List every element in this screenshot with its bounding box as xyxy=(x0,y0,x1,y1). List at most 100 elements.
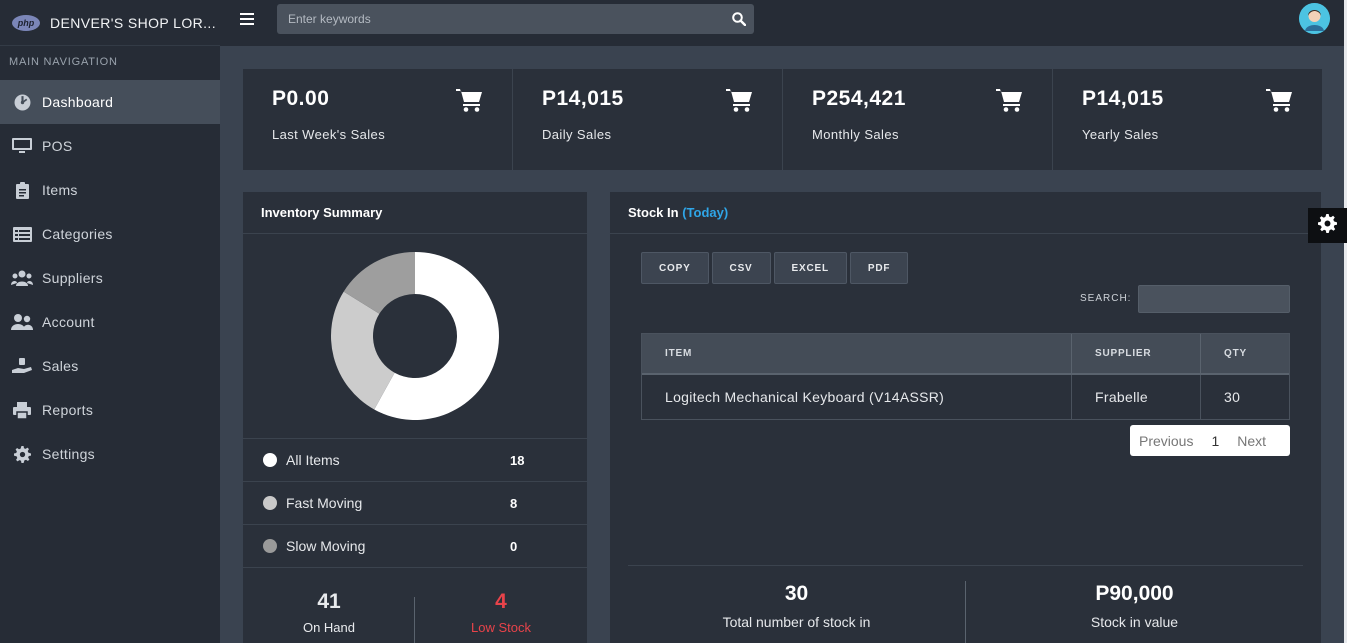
sidebar-item-account[interactable]: Account xyxy=(0,300,220,344)
cell-qty: 30 xyxy=(1224,389,1241,405)
inventory-summary-panel: Inventory Summary All Items 18 Fast Movi… xyxy=(243,192,587,643)
inventory-row-label: Fast Moving xyxy=(286,495,363,511)
cell-item: Logitech Mechanical Keyboard (V14ASSR) xyxy=(642,375,1072,419)
cell-supplier: Frabelle xyxy=(1072,375,1201,419)
low-stock-stat: 4 Low Stock xyxy=(415,582,587,635)
cart-icon xyxy=(1266,88,1292,117)
sidebar-item-label: Account xyxy=(42,314,95,330)
copy-button[interactable]: COPY xyxy=(641,252,709,284)
sidebar-item-settings[interactable]: Settings xyxy=(0,432,220,476)
stat-card-daily: P14,015 Daily Sales xyxy=(513,69,783,170)
table-header: ITEM SUPPLIER QTY xyxy=(642,334,1289,375)
total-stock-in-label: Total number of stock in xyxy=(722,614,871,630)
sidebar-item-categories[interactable]: Categories xyxy=(0,212,220,256)
next-page-button[interactable]: Next xyxy=(1228,433,1275,449)
desktop-icon xyxy=(11,137,33,155)
panel-title-text: Stock In xyxy=(628,205,679,220)
hamburger-menu-icon[interactable] xyxy=(240,13,254,25)
inventory-row-count: 18 xyxy=(510,452,525,468)
csv-button[interactable]: CSV xyxy=(711,252,771,284)
column-header-supplier[interactable]: SUPPLIER xyxy=(1072,334,1201,373)
on-hand-stat: 41 On Hand xyxy=(243,582,415,635)
gear-icon xyxy=(1318,213,1337,238)
panel-title: Stock In (Today) xyxy=(610,192,1321,234)
on-hand-label: On Hand xyxy=(302,620,356,635)
legend-dot xyxy=(263,496,277,510)
search-input[interactable] xyxy=(277,12,724,26)
table-search-label: SEARCH: xyxy=(1080,293,1132,304)
cart-icon xyxy=(726,88,752,117)
sidebar-item-label: Suppliers xyxy=(42,270,104,286)
user-group-icon xyxy=(11,313,33,331)
stock-in-table: ITEM SUPPLIER QTY Logitech Mechanical Ke… xyxy=(641,333,1290,420)
sidebar-item-sales[interactable]: Sales xyxy=(0,344,220,388)
settings-gear-tab[interactable] xyxy=(1308,208,1347,243)
inventory-totals: 41 On Hand 4 Low Stock xyxy=(243,582,587,643)
donut-chart xyxy=(331,252,499,420)
table-row: Logitech Mechanical Keyboard (V14ASSR) F… xyxy=(642,375,1289,419)
column-header-item[interactable]: ITEM xyxy=(642,334,1072,373)
cart-icon xyxy=(996,88,1022,117)
sales-hand-icon xyxy=(11,357,33,375)
brand-title: DENVER'S SHOP LOR... xyxy=(50,14,217,31)
sidebar-item-reports[interactable]: Reports xyxy=(0,388,220,432)
stat-card-monthly: P254,421 Monthly Sales xyxy=(783,69,1053,170)
legend-dot xyxy=(263,539,277,553)
page-1-button[interactable]: 1 xyxy=(1202,433,1228,449)
pagination: Previous 1 Next xyxy=(1130,425,1290,456)
search-box xyxy=(277,4,754,34)
stat-label: Last Week's Sales xyxy=(272,127,386,142)
sidebar-item-items[interactable]: Items xyxy=(0,168,220,212)
dashboard-icon xyxy=(11,93,33,111)
php-logo: php xyxy=(12,14,40,31)
stat-label: Daily Sales xyxy=(542,127,612,142)
inventory-row-all-items: All Items 18 xyxy=(243,439,587,482)
topbar xyxy=(220,0,1344,46)
panel-title: Inventory Summary xyxy=(243,192,587,234)
list-icon xyxy=(11,225,33,243)
inventory-row-label: Slow Moving xyxy=(286,538,366,554)
sidebar-item-dashboard[interactable]: Dashboard xyxy=(0,80,220,124)
stat-label: Monthly Sales xyxy=(812,127,899,142)
inventory-row-fast-moving: Fast Moving 8 xyxy=(243,482,587,525)
sidebar-item-label: POS xyxy=(42,138,73,154)
stock-in-value-label: Stock in value xyxy=(1090,614,1179,630)
inventory-chart xyxy=(243,234,587,439)
column-header-qty[interactable]: QTY xyxy=(1201,334,1289,373)
sidebar-item-pos[interactable]: POS xyxy=(0,124,220,168)
stock-in-panel: Stock In (Today) COPY CSV EXCEL PDF SEAR… xyxy=(610,192,1321,643)
inventory-row-count: 0 xyxy=(510,538,518,554)
cart-icon xyxy=(456,88,482,117)
table-search-input[interactable] xyxy=(1138,285,1290,313)
sidebar-item-label: Dashboard xyxy=(42,94,114,110)
export-buttons: COPY CSV EXCEL PDF xyxy=(641,252,909,284)
search-icon[interactable] xyxy=(724,4,754,34)
low-stock-value: 4 xyxy=(495,590,507,613)
inventory-row-count: 8 xyxy=(510,495,518,511)
sidebar-item-label: Settings xyxy=(42,446,95,462)
clipboard-icon xyxy=(11,181,33,199)
sidebar-item-label: Reports xyxy=(42,402,94,418)
sidebar-item-label: Sales xyxy=(42,358,79,374)
previous-page-button[interactable]: Previous xyxy=(1130,433,1202,449)
pdf-button[interactable]: PDF xyxy=(849,252,909,284)
stock-in-value: P90,000 Stock in value xyxy=(966,566,1303,630)
sidebar: php DENVER'S SHOP LOR... MAIN NAVIGATION… xyxy=(0,0,220,643)
sidebar-item-suppliers[interactable]: Suppliers xyxy=(0,256,220,300)
users-icon xyxy=(11,269,33,287)
avatar[interactable] xyxy=(1299,3,1330,34)
total-stock-in-value: 30 xyxy=(784,582,809,605)
inventory-row-slow-moving: Slow Moving 0 xyxy=(243,525,587,568)
stat-label: Yearly Sales xyxy=(1082,127,1159,142)
stat-card-last-week: P0.00 Last Week's Sales xyxy=(243,69,513,170)
panel-title-accent: (Today) xyxy=(682,205,729,220)
sidebar-item-label: Items xyxy=(42,182,78,198)
sidebar-item-label: Categories xyxy=(42,226,113,242)
stat-card-yearly: P14,015 Yearly Sales xyxy=(1053,69,1322,170)
on-hand-value: 41 xyxy=(317,590,341,613)
excel-button[interactable]: EXCEL xyxy=(773,252,847,284)
printer-icon xyxy=(11,401,33,419)
brand[interactable]: php DENVER'S SHOP LOR... xyxy=(0,0,220,46)
stock-in-value-amount: P90,000 xyxy=(1095,582,1174,605)
low-stock-label: Low Stock xyxy=(471,620,531,635)
